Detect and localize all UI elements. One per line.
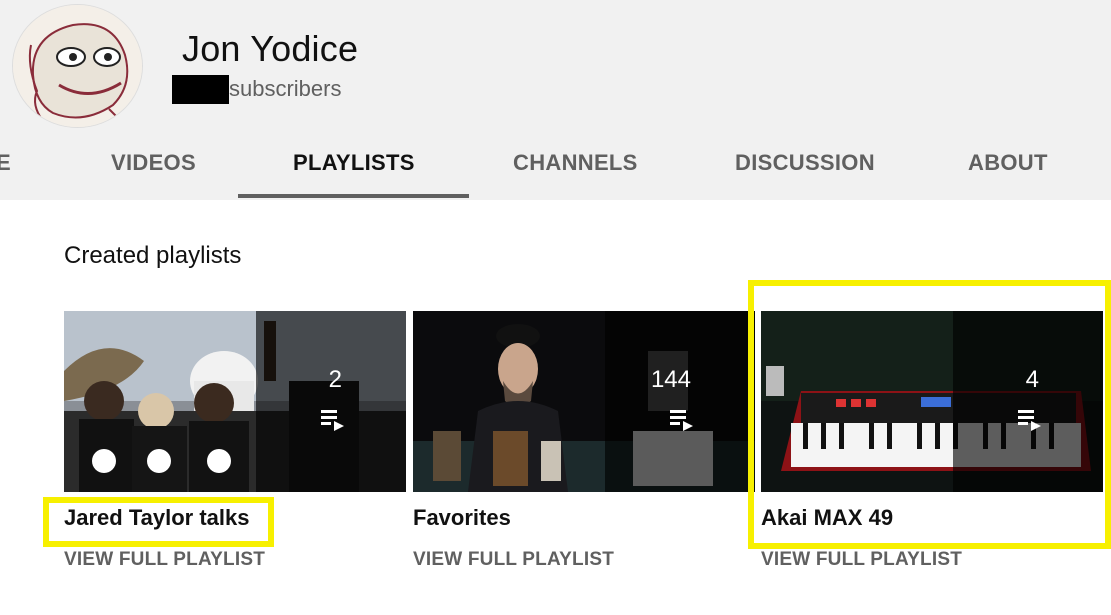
playlist-thumbnail[interactable]: 144	[413, 311, 755, 492]
tab-videos[interactable]: VIDEOS	[111, 150, 196, 176]
view-full-playlist-link[interactable]: VIEW FULL PLAYLIST	[761, 549, 962, 571]
playlist-title[interactable]: Favorites	[413, 505, 511, 531]
highlight-box-akai-playlist	[748, 280, 1111, 549]
playlist-count-overlay: 144	[605, 311, 755, 492]
tab-home[interactable]: E	[0, 150, 11, 176]
active-tab-indicator	[238, 194, 469, 198]
view-full-playlist-link[interactable]: VIEW FULL PLAYLIST	[413, 549, 614, 571]
tab-playlists[interactable]: PLAYLISTS	[293, 150, 415, 176]
subscribers-label: subscribers	[229, 76, 342, 101]
tab-channels[interactable]: CHANNELS	[513, 150, 638, 176]
video-count: 2	[328, 366, 342, 393]
playlist-icon	[670, 410, 693, 431]
channel-header: Jon Yodice subscribers E VIDEOS PLAYLIST…	[0, 0, 1111, 200]
playlist-card: 2 Jared Taylor talks VIEW FULL PLAYLIST	[64, 311, 406, 570]
channel-avatar[interactable]	[12, 4, 143, 128]
section-title: Created playlists	[64, 242, 242, 269]
tab-about[interactable]: ABOUT	[968, 150, 1048, 176]
channel-name: Jon Yodice	[182, 28, 359, 69]
redacted-subscriber-count	[172, 75, 229, 104]
highlight-box-jared-taylor-title	[43, 497, 274, 547]
playlist-icon	[321, 410, 344, 431]
video-count: 144	[650, 366, 691, 393]
playlist-count-overlay: 2	[256, 311, 406, 492]
playlist-card: 144 Favorites VIEW FULL PLAYLIST	[413, 311, 755, 570]
channel-tabs: E VIDEOS PLAYLISTS CHANNELS DISCUSSION A…	[0, 130, 1111, 200]
playlist-thumbnail[interactable]: 2	[64, 311, 406, 492]
view-full-playlist-link[interactable]: VIEW FULL PLAYLIST	[64, 549, 265, 571]
tab-discussion[interactable]: DISCUSSION	[735, 150, 875, 176]
